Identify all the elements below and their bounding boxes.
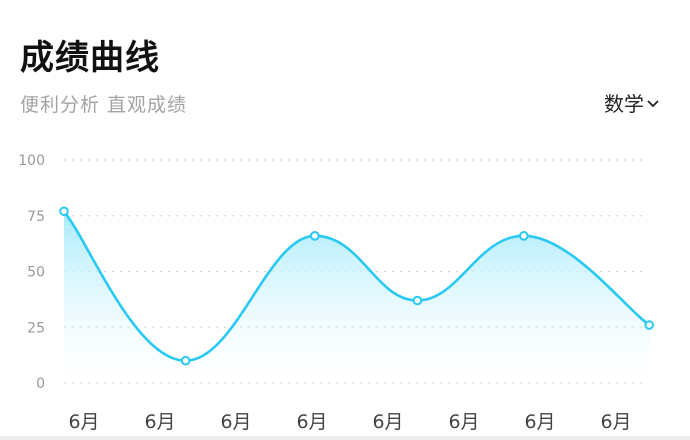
score-curve-card: 成绩曲线 便利分析 直观成绩 数学 100 75 50 25 0 6月 6月 6月 6月 6月 6月… xyxy=(0,0,690,440)
x-tick-label: 6月 xyxy=(296,411,327,433)
page-title: 成绩曲线 xyxy=(20,38,160,78)
y-tick-label: 25 xyxy=(27,320,45,336)
y-tick-label: 0 xyxy=(36,376,45,392)
x-tick-label: 6月 xyxy=(68,411,99,433)
x-tick-label: 6月 xyxy=(144,411,175,433)
data-point xyxy=(310,231,320,241)
score-line-chart: 100 75 50 25 0 6月 6月 6月 6月 6月 6月 6月 6月 xyxy=(18,153,655,433)
y-tick-label: 75 xyxy=(27,209,45,225)
x-tick-label: 6月 xyxy=(524,411,555,433)
x-tick-label: 6月 xyxy=(448,411,479,433)
data-point xyxy=(644,320,655,330)
subject-dropdown-label: 数学 xyxy=(604,92,644,116)
data-point xyxy=(412,295,423,306)
page-subtitle: 便利分析 直观成绩 xyxy=(20,94,188,116)
y-tick-label: 50 xyxy=(27,265,45,281)
data-point xyxy=(180,355,191,366)
card-bottom-divider xyxy=(0,436,690,440)
subject-dropdown[interactable]: 数学 xyxy=(604,88,660,117)
series-area xyxy=(64,211,650,383)
chevron-down-icon xyxy=(647,99,659,107)
x-tick-label: 6月 xyxy=(600,411,631,433)
x-tick-label: 6月 xyxy=(372,411,403,433)
data-point xyxy=(59,206,69,217)
data-point xyxy=(519,231,529,241)
x-tick-label: 6月 xyxy=(220,411,251,433)
y-tick-label: 100 xyxy=(18,153,45,169)
